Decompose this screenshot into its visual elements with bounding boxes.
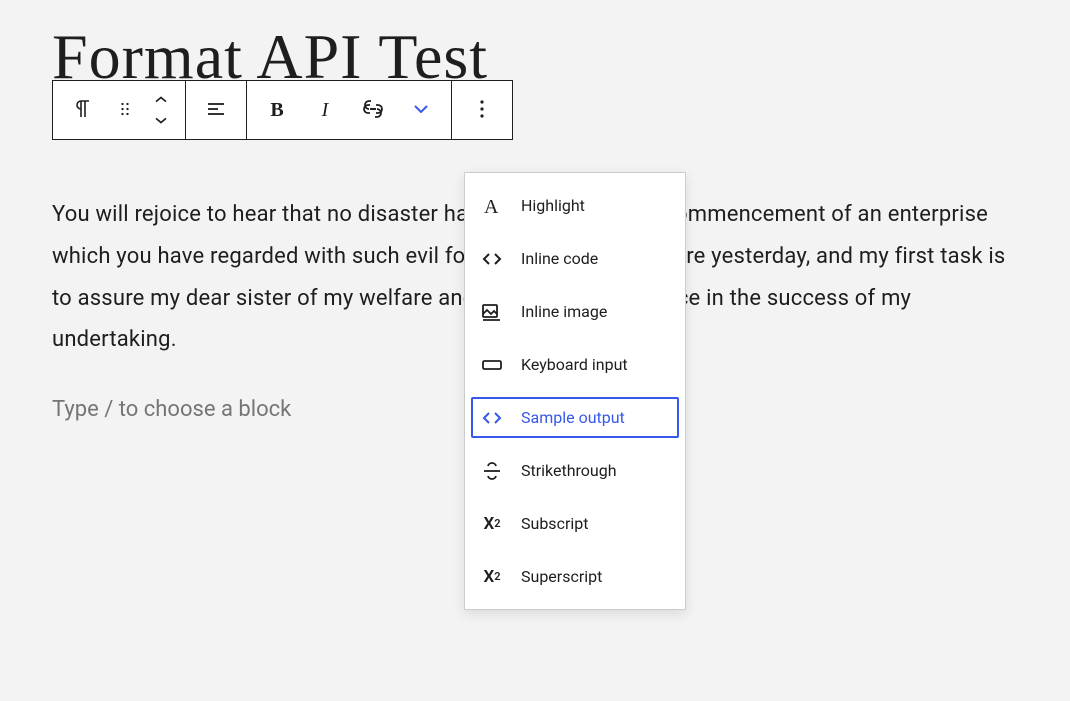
dropdown-item-label: Subscript — [521, 514, 588, 533]
dropdown-item-label: Sample output — [521, 408, 625, 427]
move-icon — [151, 90, 171, 130]
dropdown-item-label: Keyboard input — [521, 355, 628, 374]
code-icon — [477, 403, 507, 433]
align-button[interactable] — [192, 86, 240, 134]
drag-button[interactable] — [107, 86, 143, 134]
strikethrough-icon — [477, 456, 507, 486]
chevron-down-icon — [409, 97, 433, 124]
block-type-button[interactable] — [59, 86, 107, 134]
italic-button[interactable]: I — [301, 86, 349, 134]
toolbar-group-block — [53, 81, 186, 139]
dropdown-item-strikethrough[interactable]: Strikethrough — [465, 444, 685, 497]
dropdown-item-label: Inline image — [521, 302, 607, 321]
dropdown-item-highlight[interactable]: A Highlight — [465, 179, 685, 232]
dropdown-item-label: Highlight — [521, 196, 585, 215]
italic-icon: I — [322, 99, 329, 122]
dropdown-item-sample-output[interactable]: Sample output — [465, 391, 685, 444]
bold-button[interactable]: B — [253, 86, 301, 134]
highlight-icon: A — [477, 191, 507, 221]
dropdown-item-label: Inline code — [521, 249, 598, 268]
toolbar-group-align — [186, 81, 247, 139]
subscript-icon: X2 — [477, 509, 507, 539]
keyboard-icon — [477, 350, 507, 380]
align-icon — [204, 97, 228, 124]
toolbar-group-options — [452, 81, 512, 139]
more-vertical-icon — [470, 97, 494, 124]
more-rich-text-button[interactable] — [397, 86, 445, 134]
svg-text:A: A — [484, 196, 499, 218]
paragraph-icon — [71, 97, 95, 124]
code-icon — [477, 244, 507, 274]
dropdown-item-label: Strikethrough — [521, 461, 617, 480]
block-toolbar: B I — [52, 80, 513, 140]
bold-icon: B — [270, 99, 283, 122]
dropdown-item-label: Superscript — [521, 567, 602, 586]
superscript-icon: X2 — [477, 562, 507, 592]
dropdown-item-superscript[interactable]: X2 Superscript — [465, 550, 685, 603]
link-icon — [361, 97, 385, 124]
toolbar-group-format: B I — [247, 81, 452, 139]
image-icon — [477, 297, 507, 327]
drag-icon — [115, 99, 135, 122]
dropdown-item-inline-image[interactable]: Inline image — [465, 285, 685, 338]
dropdown-item-subscript[interactable]: X2 Subscript — [465, 497, 685, 550]
move-button[interactable] — [143, 86, 179, 134]
dropdown-item-keyboard-input[interactable]: Keyboard input — [465, 338, 685, 391]
options-button[interactable] — [458, 86, 506, 134]
link-button[interactable] — [349, 86, 397, 134]
dropdown-item-inline-code[interactable]: Inline code — [465, 232, 685, 285]
rich-text-dropdown: A Highlight Inline code Inline image Key… — [464, 172, 686, 610]
